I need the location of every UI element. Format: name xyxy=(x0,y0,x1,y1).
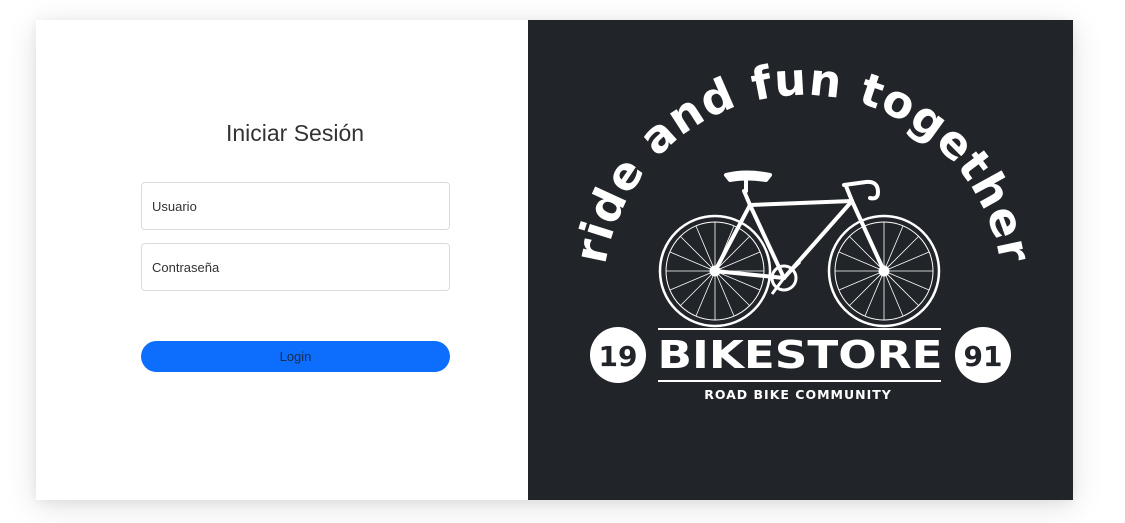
bicycle-icon xyxy=(658,170,941,328)
login-button[interactable]: Login xyxy=(141,341,450,372)
logo-arc-text: ride and fun together xyxy=(564,52,1042,267)
login-panel: Iniciar Sesión Login xyxy=(36,20,528,500)
password-input[interactable] xyxy=(141,243,450,291)
year-left: 19 xyxy=(599,340,638,373)
brand-panel: ride and fun together 19 91 BIKESTORE RO… xyxy=(528,20,1073,500)
username-input[interactable] xyxy=(141,182,450,230)
brand-name: BIKESTORE xyxy=(658,333,943,377)
login-card: Iniciar Sesión Login ride and fun togeth… xyxy=(36,20,1073,500)
year-right: 91 xyxy=(964,340,1003,373)
bikestore-logo: ride and fun together 19 91 BIKESTORE RO… xyxy=(564,52,1042,402)
brand-tagline: ROAD BIKE COMMUNITY xyxy=(704,387,892,402)
page-title: Iniciar Sesión xyxy=(225,120,365,146)
